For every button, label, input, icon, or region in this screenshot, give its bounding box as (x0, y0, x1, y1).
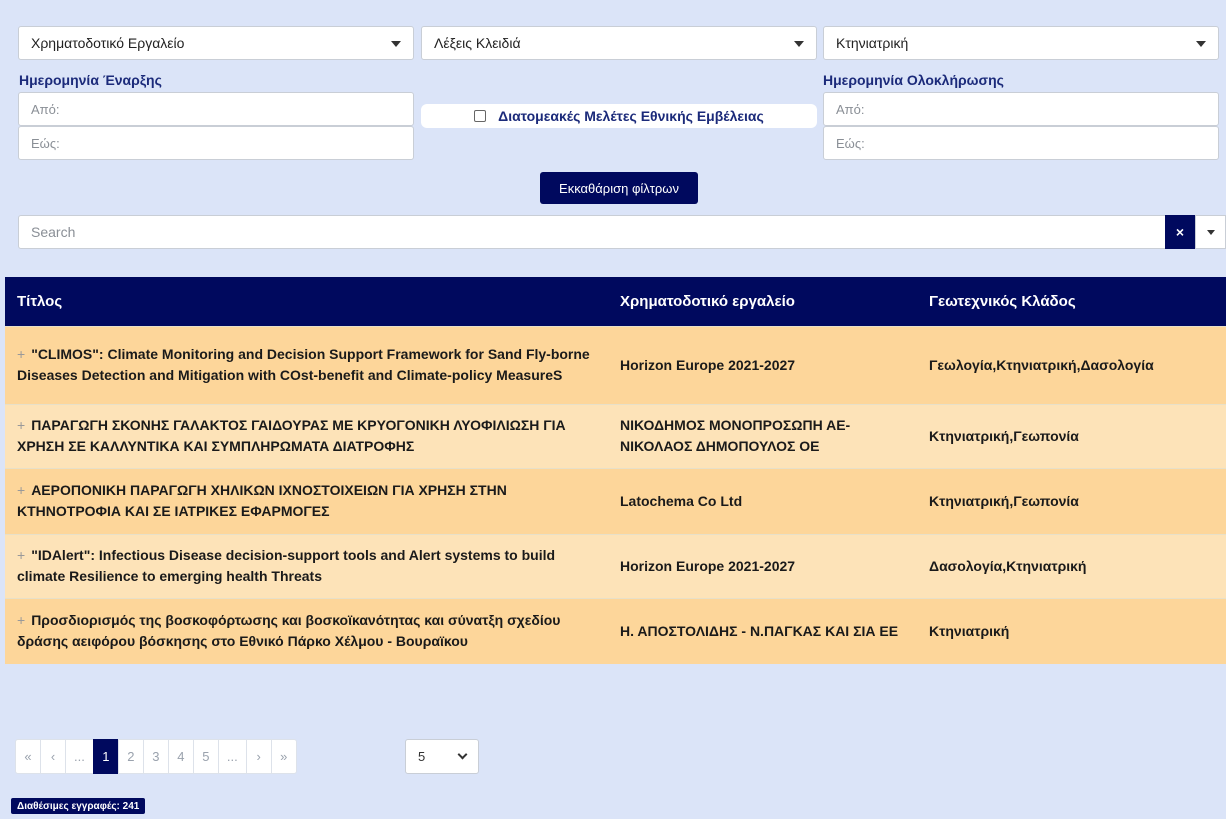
previous-page-button[interactable]: ‹ (40, 739, 66, 774)
row-sector-cell: Γεωλογία,Κτηνιατρική,Δασολογία (917, 325, 1226, 404)
row-title: "CLIMOS": Climate Monitoring and Decisio… (17, 346, 590, 383)
page-button-2[interactable]: 2 (117, 739, 144, 774)
expand-icon[interactable]: + (17, 612, 25, 628)
row-funding-cell: Horizon Europe 2021-2027 (608, 533, 917, 598)
table-row[interactable]: + "IDAlert": Infectious Disease decision-… (5, 533, 1226, 598)
chevron-down-icon (1206, 229, 1215, 235)
row-title-cell[interactable]: + "IDAlert": Infectious Disease decision-… (5, 533, 608, 598)
row-sector-cell: Κτηνιατρική (917, 597, 1226, 664)
filters-panel: Χρηματοδοτικό Εργαλείο Λέξεις Κλειδιά Κτ… (0, 0, 1226, 262)
pagination-ellipsis-right: ... (217, 739, 247, 774)
table-row[interactable]: + "CLIMOS": Climate Monitoring and Decisi… (5, 325, 1226, 404)
expand-icon[interactable]: + (17, 417, 25, 433)
keywords-select-value: Λέξεις Κλειδιά (434, 35, 521, 51)
funding-tool-select-value: Χρηματοδοτικό Εργαλείο (31, 35, 185, 51)
pagination-ellipsis-left: ... (65, 739, 94, 774)
search-input[interactable]: Search (18, 215, 1196, 249)
chevron-down-icon (1196, 41, 1206, 47)
start-date-to-input[interactable]: Εώς: (18, 126, 414, 160)
row-sector-cell: Κτηνιατρική,Γεωπονία (917, 403, 1226, 468)
chevron-down-icon (391, 41, 401, 47)
row-funding-cell: Latochema Co Ltd (608, 467, 917, 534)
first-page-button[interactable]: « (15, 739, 41, 774)
column-header-funding[interactable]: Χρηματοδοτικό εργαλείο (608, 277, 917, 326)
funding-tool-select[interactable]: Χρηματοδοτικό Εργαλείο (18, 26, 414, 60)
column-header-title[interactable]: Τίτλος (5, 277, 608, 326)
page-button-5[interactable]: 5 (192, 739, 219, 774)
next-page-button[interactable]: › (245, 739, 272, 774)
close-icon: × (1175, 224, 1185, 240)
search-options-button[interactable] (1196, 215, 1226, 249)
sector-select[interactable]: Κτηνιατρική (823, 26, 1219, 60)
row-sector-cell: Κτηνιατρική,Γεωπονία (917, 467, 1226, 534)
row-funding-cell: Horizon Europe 2021-2027 (608, 325, 917, 404)
row-title-cell[interactable]: + ΑΕΡΟΠΟΝΙΚΗ ΠΑΡΑΓΩΓΗ ΧΗΛΙΚΩΝ ΙΧΝΟΣΤΟΙΧΕΙ… (5, 467, 608, 534)
end-date-from-input[interactable]: Από: (823, 92, 1219, 126)
end-date-to-input[interactable]: Εώς: (823, 126, 1219, 160)
pagination: « ‹ ... 1 2 3 4 5 ... › » (15, 739, 297, 774)
keywords-select[interactable]: Λέξεις Κλειδιά (421, 26, 817, 60)
results-table: Τίτλος Χρηματοδοτικό εργαλείο Γεωτεχνικό… (5, 277, 1226, 664)
page-button-1[interactable]: 1 (92, 739, 119, 774)
last-page-button[interactable]: » (270, 739, 297, 774)
table-header-row: Τίτλος Χρηματοδοτικό εργαλείο Γεωτεχνικό… (5, 277, 1226, 326)
row-title: ΑΕΡΟΠΟΝΙΚΗ ΠΑΡΑΓΩΓΗ ΧΗΛΙΚΩΝ ΙΧΝΟΣΤΟΙΧΕΙΩ… (17, 482, 507, 519)
row-title: ΠΑΡΑΓΩΓΗ ΣΚΟΝΗΣ ΓΑΛΑΚΤΟΣ ΓΑΙΔΟΥΡΑΣ ΜΕ ΚΡ… (17, 417, 566, 454)
per-page-value: 5 (418, 749, 426, 764)
row-title: "IDAlert": Infectious Disease decision-s… (17, 547, 556, 584)
clear-filters-button[interactable]: Εκκαθάριση φίλτρων (540, 172, 698, 204)
interdisciplinary-filter[interactable]: Διατομεακές Μελέτες Εθνικής Εμβέλειας (421, 104, 817, 128)
row-title-cell[interactable]: + "CLIMOS": Climate Monitoring and Decisi… (5, 325, 608, 404)
per-page-select[interactable]: 5 (405, 739, 479, 774)
table-row[interactable]: + Προσδιορισμός της βοσκοφόρτωσης και βοσ… (5, 597, 1226, 664)
start-date-label: Ημερομηνία Έναρξης (19, 72, 162, 88)
start-date-from-input[interactable]: Από: (18, 92, 414, 126)
chevron-down-icon (794, 41, 804, 47)
row-funding-cell: Η. ΑΠΟΣΤΟΛΙΔΗΣ - Ν.ΠΑΓΚΑΣ ΚΑΙ ΣΙΑ ΕΕ (608, 597, 917, 664)
row-funding-cell: ΝΙΚΟΔΗΜΟΣ ΜΟΝΟΠΡΟΣΩΠΗ ΑΕ-ΝΙΚΟΛΑΟΣ ΔΗΜΟΠΟ… (608, 403, 917, 468)
sector-select-value: Κτηνιατρική (836, 35, 909, 51)
end-date-label: Ημερομηνία Ολοκλήρωσης (823, 72, 1004, 88)
page-button-4[interactable]: 4 (167, 739, 194, 774)
row-title-cell[interactable]: + ΠΑΡΑΓΩΓΗ ΣΚΟΝΗΣ ΓΑΛΑΚΤΟΣ ΓΑΙΔΟΥΡΑΣ ΜΕ Κ… (5, 403, 608, 468)
expand-icon[interactable]: + (17, 346, 25, 362)
expand-icon[interactable]: + (17, 482, 25, 498)
column-header-sector[interactable]: Γεωτεχνικός Κλάδος (917, 277, 1226, 326)
records-count-badge: Διαθέσιμες εγγραφές: 241 (11, 798, 146, 814)
table-row[interactable]: + ΑΕΡΟΠΟΝΙΚΗ ΠΑΡΑΓΩΓΗ ΧΗΛΙΚΩΝ ΙΧΝΟΣΤΟΙΧΕΙ… (5, 467, 1226, 534)
interdisciplinary-checkbox[interactable] (474, 110, 487, 122)
row-sector-cell: Δασολογία,Κτηνιατρική (917, 533, 1226, 598)
row-title: Προσδιορισμός της βοσκοφόρτωσης και βοσκ… (17, 612, 561, 650)
table-row[interactable]: + ΠΑΡΑΓΩΓΗ ΣΚΟΝΗΣ ΓΑΛΑΚΤΟΣ ΓΑΙΔΟΥΡΑΣ ΜΕ Κ… (5, 403, 1226, 468)
chevron-down-icon (457, 749, 468, 760)
search-clear-button[interactable]: × (1165, 215, 1195, 249)
interdisciplinary-label: Διατομεακές Μελέτες Εθνικής Εμβέλειας (498, 108, 764, 124)
expand-icon[interactable]: + (17, 547, 25, 563)
row-title-cell[interactable]: + Προσδιορισμός της βοσκοφόρτωσης και βοσ… (5, 597, 608, 664)
page-button-3[interactable]: 3 (142, 739, 169, 774)
